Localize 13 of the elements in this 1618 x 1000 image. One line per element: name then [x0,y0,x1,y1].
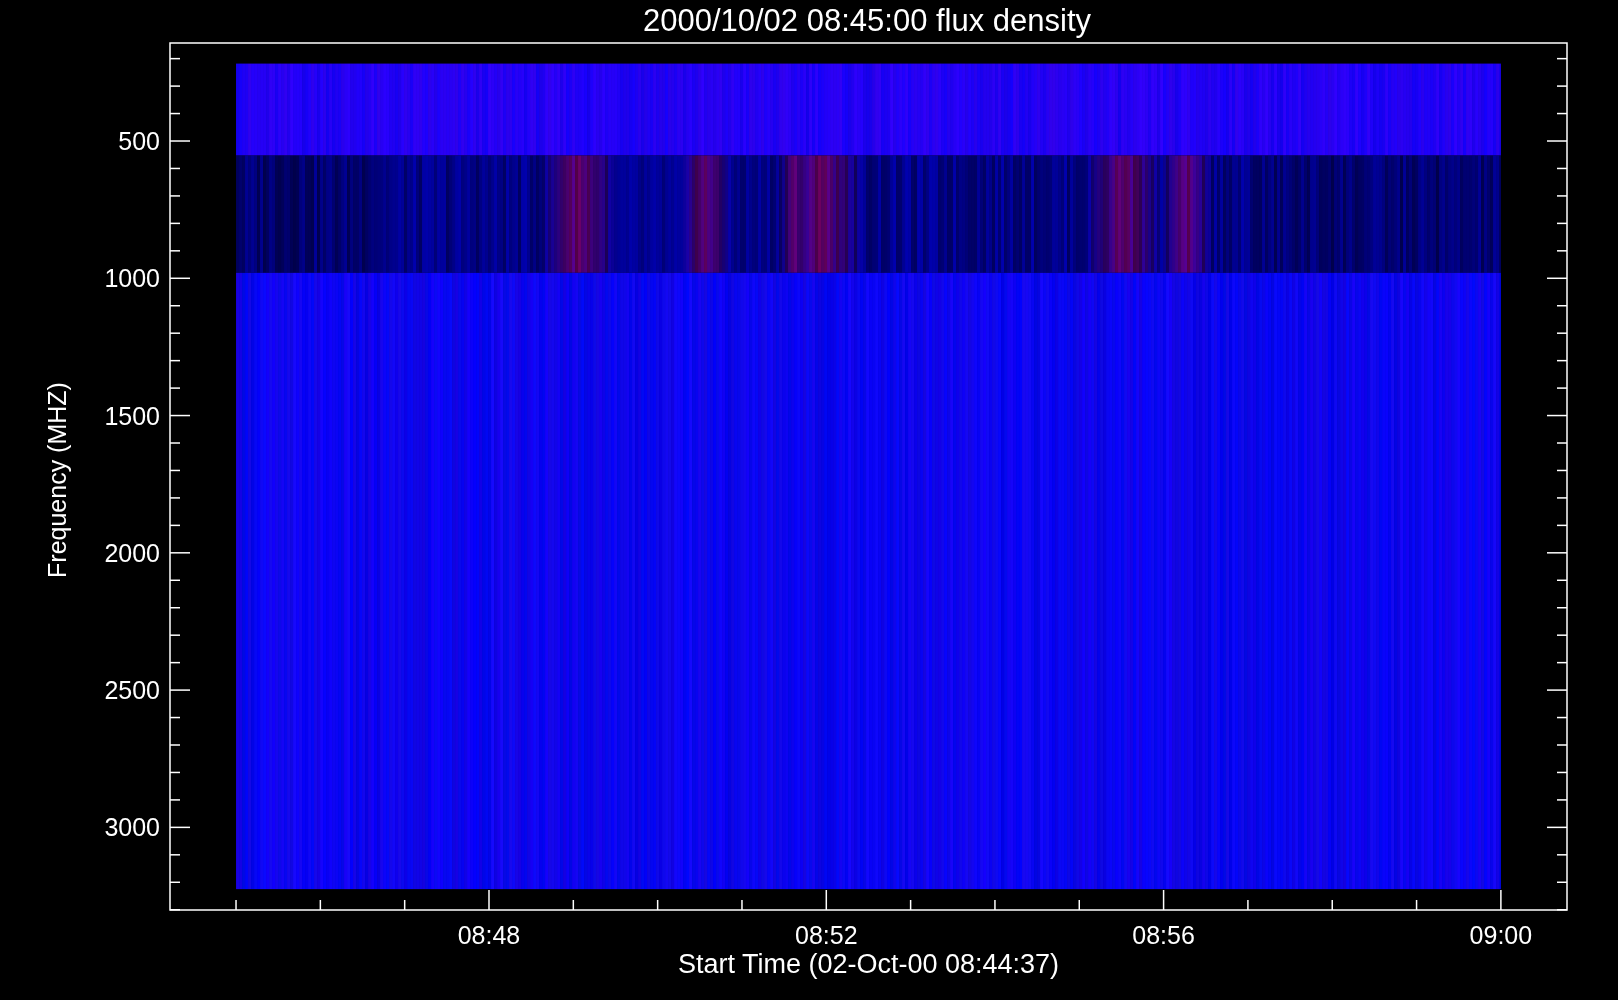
x-tick-label: 09:00 [1469,921,1533,949]
plot-title: 2000/10/02 08:45:00 flux density [642,3,1092,38]
x-tick-label: 08:52 [795,921,858,949]
y-tick-label: 1000 [104,264,160,293]
y-tick-label: 3000 [104,813,160,842]
y-axis-title: Frequency (MHZ) [43,382,71,578]
x-tick-label: 08:56 [1132,921,1195,949]
y-tick-label: 2500 [104,676,160,705]
x-axis-title: Start Time (02-Oct-00 08:44:37) [677,949,1060,979]
y-tick-label: 2000 [104,538,160,567]
x-tick-label: 08:48 [457,921,521,949]
y-tick-label: 1500 [104,401,160,430]
y-tick-label: 500 [118,127,160,155]
